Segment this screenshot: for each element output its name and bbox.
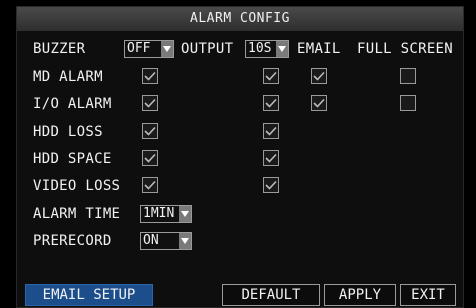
page-title: ALARM CONFIG <box>17 7 463 31</box>
video-loss-buzzer-checkbox[interactable] <box>142 177 158 193</box>
checkmark-icon <box>265 180 277 190</box>
hdd-space-output-checkbox[interactable] <box>263 150 279 166</box>
email-label: EMAIL <box>297 41 341 57</box>
output-label: OUTPUT <box>181 41 234 57</box>
alarm-config-panel: ALARM CONFIG BUZZER OFF OUTPUT 10S EMAIL… <box>16 6 464 308</box>
row-label-md-alarm: MD ALARM <box>33 69 103 85</box>
alarm-time-value: 1MIN <box>143 206 175 221</box>
hdd-space-buzzer-checkbox[interactable] <box>142 150 158 166</box>
default-button[interactable]: DEFAULT <box>222 284 320 306</box>
io-alarm-buzzer-checkbox[interactable] <box>142 95 158 111</box>
checkmark-icon <box>265 71 277 81</box>
md-alarm-fullscreen-checkbox[interactable] <box>400 68 416 84</box>
fullscreen-label: FULL SCREEN <box>357 41 454 57</box>
prerecord-label: PRERECORD <box>33 233 112 249</box>
chevron-down-icon <box>179 206 191 222</box>
output-select[interactable]: 10S <box>245 40 289 58</box>
checkmark-icon <box>265 98 277 108</box>
row-label-io-alarm: I/O ALARM <box>33 96 112 112</box>
exit-button[interactable]: EXIT <box>400 284 456 306</box>
video-loss-output-checkbox[interactable] <box>263 177 279 193</box>
checkmark-icon <box>313 98 325 108</box>
checkmark-icon <box>265 126 277 136</box>
row-label-video-loss: VIDEO LOSS <box>33 178 121 194</box>
checkmark-icon <box>265 153 277 163</box>
md-alarm-buzzer-checkbox[interactable] <box>142 68 158 84</box>
md-alarm-output-checkbox[interactable] <box>263 68 279 84</box>
prerecord-select[interactable]: ON <box>140 232 192 250</box>
hdd-loss-output-checkbox[interactable] <box>263 123 279 139</box>
io-alarm-email-checkbox[interactable] <box>311 95 327 111</box>
io-alarm-fullscreen-checkbox[interactable] <box>400 95 416 111</box>
checkmark-icon <box>144 153 156 163</box>
apply-button[interactable]: APPLY <box>324 284 396 306</box>
io-alarm-output-checkbox[interactable] <box>263 95 279 111</box>
prerecord-value: ON <box>143 233 159 248</box>
chevron-down-icon <box>161 41 173 57</box>
alarm-time-label: ALARM TIME <box>33 206 121 222</box>
hdd-loss-buzzer-checkbox[interactable] <box>142 123 158 139</box>
md-alarm-email-checkbox[interactable] <box>311 68 327 84</box>
checkmark-icon <box>144 98 156 108</box>
buzzer-select[interactable]: OFF <box>124 40 174 58</box>
output-value: 10S <box>248 41 272 56</box>
chevron-down-icon <box>276 41 288 57</box>
checkmark-icon <box>313 71 325 81</box>
email-setup-button[interactable]: EMAIL SETUP <box>25 284 153 306</box>
row-label-hdd-space: HDD SPACE <box>33 151 112 167</box>
row-label-hdd-loss: HDD LOSS <box>33 124 103 140</box>
alarm-time-select[interactable]: 1MIN <box>140 205 192 223</box>
checkmark-icon <box>144 126 156 136</box>
checkmark-icon <box>144 71 156 81</box>
buzzer-value: OFF <box>127 41 151 56</box>
checkmark-icon <box>144 180 156 190</box>
chevron-down-icon <box>179 233 191 249</box>
buzzer-label: BUZZER <box>33 41 86 57</box>
